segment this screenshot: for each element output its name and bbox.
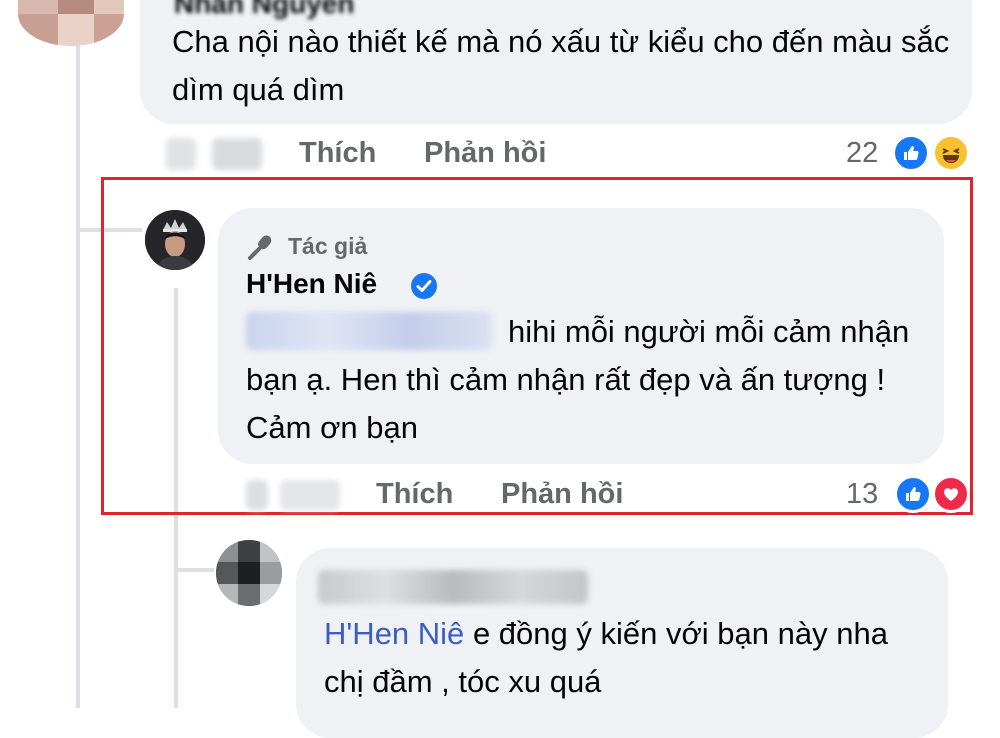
verified-badge-icon (410, 272, 438, 305)
like-action[interactable]: Thích (299, 137, 376, 170)
like-icon (892, 134, 930, 172)
author-reply-text: hihi mỗi người mỗi cảm nhận bạn ạ. Hen t… (246, 314, 910, 445)
comment-text: Cha nội nào thiết kế mà nó xấu từ kiểu c… (172, 24, 950, 107)
love-icon (932, 475, 970, 513)
reply-text: H'Hen Niê e đồng ý kiến với bạn này nha … (324, 610, 934, 706)
author-name-blurred[interactable] (318, 570, 588, 604)
haha-icon (932, 134, 970, 172)
reaction-count[interactable]: 13 (846, 478, 878, 511)
thread-line-main (76, 40, 80, 708)
like-icon (894, 475, 932, 513)
like-action[interactable]: Thích (376, 478, 453, 511)
reply-action[interactable]: Phản hồi (501, 478, 623, 511)
reply-action[interactable]: Phản hồi (424, 137, 546, 170)
avatar-pixelated[interactable] (216, 540, 282, 606)
mention-link[interactable]: H'Hen Niê (324, 616, 464, 651)
reply-bubble: H'Hen Niê e đồng ý kiến với bạn này nha … (296, 548, 948, 738)
microphone-icon (246, 232, 276, 267)
reaction-count[interactable]: 22 (846, 137, 878, 170)
thread-line-nested (174, 568, 214, 572)
timestamp-blurred (212, 138, 262, 170)
author-name[interactable]: H'Hen Niê (246, 268, 377, 300)
timestamp-blurred (166, 138, 196, 170)
author-badge: Tác giả (288, 233, 368, 259)
comment-author-name[interactable]: Nhàn Nguyễn (174, 0, 354, 20)
avatar-pixelated[interactable] (18, 0, 124, 46)
comment-bubble: Nhàn Nguyễn Cha nội nào thiết kế mà nó x… (140, 0, 972, 124)
author-avatar[interactable] (145, 210, 205, 270)
author-reply-bubble: Tác giả H'Hen Niê hihi mỗi người mỗi cảm… (218, 208, 944, 464)
timestamp-blurred (280, 480, 340, 510)
timestamp-blurred (246, 480, 268, 510)
